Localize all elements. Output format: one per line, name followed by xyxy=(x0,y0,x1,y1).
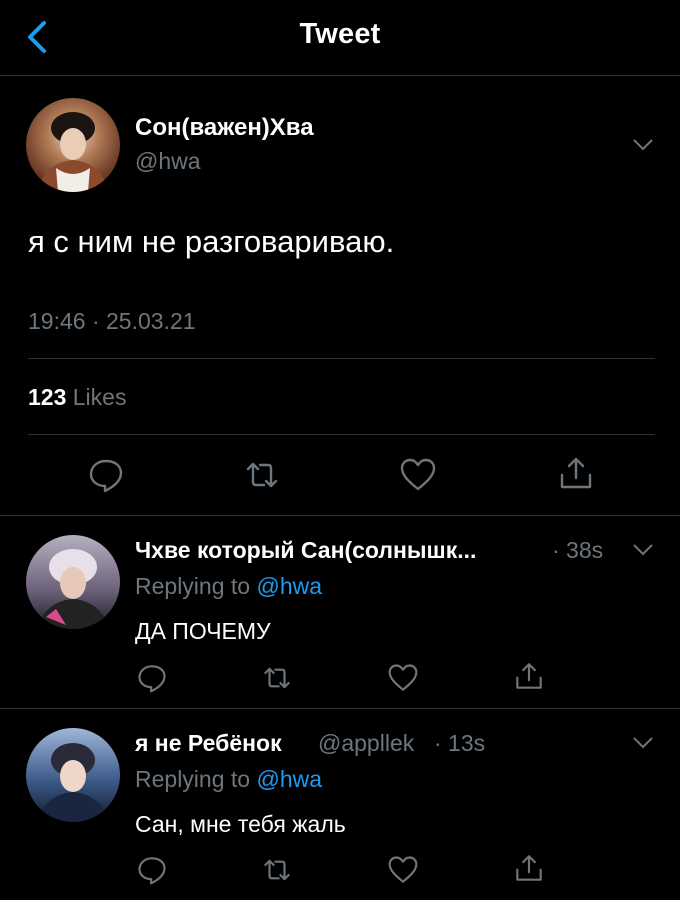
retweet-arrows-icon xyxy=(264,667,290,689)
stats-divider-bottom xyxy=(28,434,655,435)
avatar-photo xyxy=(36,549,110,629)
reply-button[interactable] xyxy=(137,663,167,693)
reply-author-avatar[interactable] xyxy=(26,728,120,822)
like-button[interactable] xyxy=(400,457,436,493)
speech-bubble-icon xyxy=(138,857,166,885)
likes-label: Likes xyxy=(72,384,127,410)
header-divider xyxy=(0,75,680,76)
avatar-photo xyxy=(36,743,110,822)
likes-number: 123 xyxy=(28,384,67,410)
heart-icon xyxy=(400,458,436,491)
main-tweet-text: я с ним не разговариваю. xyxy=(28,224,395,259)
avatar-photo xyxy=(36,112,110,192)
replying-to-link[interactable]: @hwa xyxy=(256,766,322,792)
chevron-down-icon xyxy=(633,139,653,151)
stats-divider-top xyxy=(28,358,655,359)
replying-to-label: Replying to xyxy=(135,766,251,792)
retweet-button[interactable] xyxy=(244,457,280,493)
share-upload-icon xyxy=(560,457,592,489)
share-upload-icon xyxy=(516,855,542,881)
replying-to-line: Replying to @hwa xyxy=(135,766,322,793)
main-author-handle[interactable]: @hwa xyxy=(135,148,201,175)
like-button[interactable] xyxy=(388,663,418,693)
retweet-button[interactable] xyxy=(262,855,292,885)
main-tweet-divider xyxy=(0,515,680,516)
heart-icon xyxy=(388,664,418,691)
reply-author-name[interactable]: Чхве который Сан(солнышк... xyxy=(135,537,476,564)
tweet-menu-button[interactable] xyxy=(632,138,654,152)
retweet-button[interactable] xyxy=(262,663,292,693)
like-button[interactable] xyxy=(388,855,418,885)
share-upload-icon xyxy=(516,663,542,689)
share-button[interactable] xyxy=(514,853,544,883)
replying-to-link[interactable]: @hwa xyxy=(256,573,322,599)
main-author-name[interactable]: Сон(важен)Хва xyxy=(135,114,314,142)
main-tweet-timestamp[interactable]: 19:46 · 25.03.21 xyxy=(28,308,196,335)
reply-menu-button[interactable] xyxy=(632,736,654,750)
share-button[interactable] xyxy=(514,661,544,691)
reply-text: ДА ПОЧЕМУ xyxy=(135,618,271,644)
top-bar: Tweet xyxy=(0,0,680,76)
reply-divider xyxy=(0,708,680,709)
chevron-down-icon xyxy=(633,544,653,556)
likes-count[interactable]: 123 Likes xyxy=(28,384,126,411)
chevron-down-icon xyxy=(633,737,653,749)
replying-to-label: Replying to xyxy=(135,573,251,599)
reply-button[interactable] xyxy=(137,855,167,885)
speech-bubble-icon xyxy=(89,459,123,493)
reply-author-name[interactable]: я не Ребёнок xyxy=(135,730,282,757)
retweet-arrows-icon xyxy=(264,859,290,881)
speech-bubble-icon xyxy=(138,665,166,693)
reply-timestamp[interactable]: · 38s xyxy=(552,537,603,564)
reply-author-handle[interactable]: @appllek xyxy=(318,730,414,757)
retweet-arrows-icon xyxy=(246,462,278,488)
reply-timestamp[interactable]: · 13s xyxy=(434,730,485,757)
share-button[interactable] xyxy=(558,455,594,491)
reply-text: Сан, мне тебя жаль xyxy=(135,811,346,837)
reply-menu-button[interactable] xyxy=(632,543,654,557)
reply-button[interactable] xyxy=(88,457,124,493)
page-title: Tweet xyxy=(299,18,381,50)
reply-author-avatar[interactable] xyxy=(26,535,120,629)
heart-icon xyxy=(388,856,418,883)
main-author-avatar[interactable] xyxy=(26,98,120,192)
replying-to-line: Replying to @hwa xyxy=(135,573,322,600)
